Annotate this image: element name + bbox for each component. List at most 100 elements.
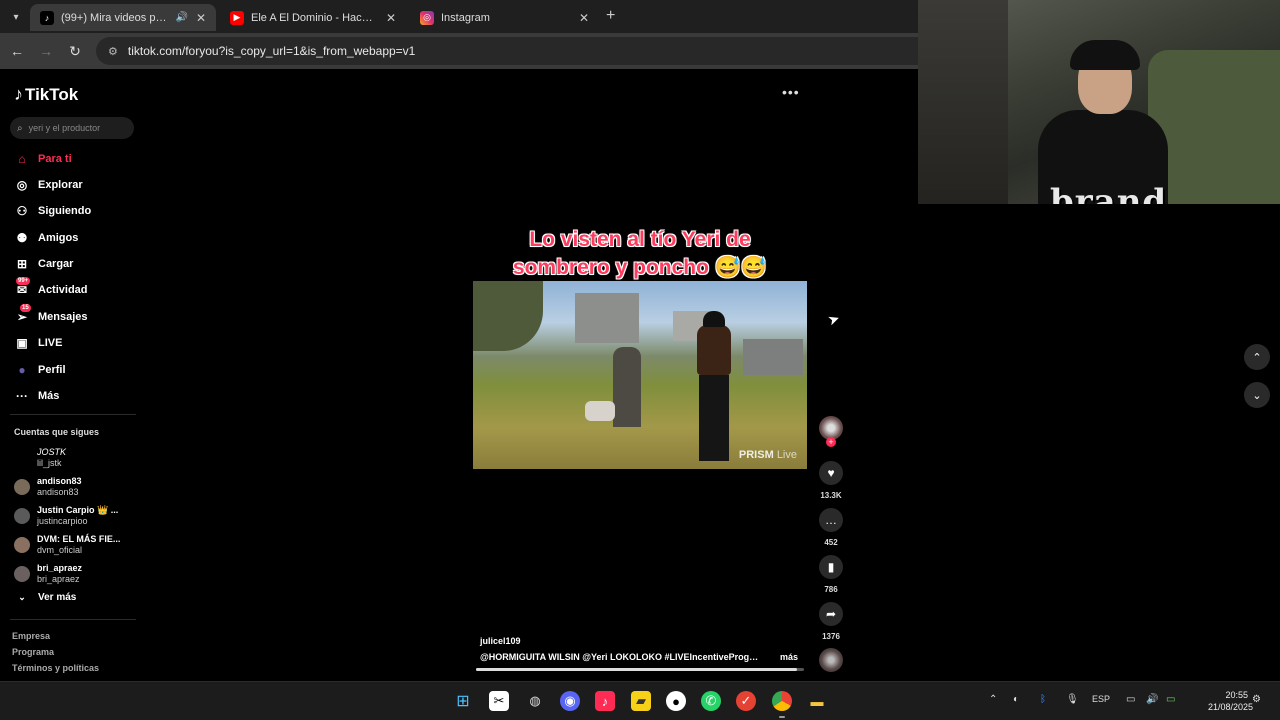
- tiktok-app-icon[interactable]: ♪: [595, 691, 615, 711]
- tiktok-note-icon: ♪: [14, 84, 23, 104]
- video-bag: [585, 401, 615, 421]
- network-icon[interactable]: ▭: [1126, 694, 1135, 705]
- nav-para-ti[interactable]: ⌂ Para ti: [14, 149, 72, 169]
- account-item[interactable]: andison83 andison83: [14, 476, 82, 498]
- comment-count: 452: [824, 538, 838, 547]
- account-handle: lil_jstk: [37, 458, 62, 468]
- share-button[interactable]: ➦: [819, 602, 843, 626]
- video-player[interactable]: PRISM Live: [473, 281, 807, 469]
- watermark-suffix: Live: [776, 449, 797, 461]
- file-explorer-icon[interactable]: ▬: [807, 691, 827, 711]
- avatar: [14, 450, 30, 466]
- sticky-notes-icon[interactable]: ▰: [631, 691, 651, 711]
- account-handle: justincarpioo: [37, 516, 88, 526]
- footer-link[interactable]: Empresa: [12, 631, 50, 641]
- language-indicator[interactable]: ESP: [1092, 694, 1110, 704]
- nav-label: Para ti: [38, 153, 72, 165]
- like-button[interactable]: ♥: [819, 461, 843, 485]
- tab-youtube[interactable]: ▶ Ele A El Dominio - Hace Mucho ✕: [220, 4, 406, 31]
- video-description: @HORMIGUITA WILSIN @Yeri LOKOLOKO #LIVEI…: [480, 652, 760, 662]
- tab-instagram[interactable]: ◎ Instagram ✕: [410, 4, 600, 31]
- follow-plus-icon[interactable]: +: [826, 437, 836, 447]
- footer-link[interactable]: Términos y políticas: [12, 663, 99, 673]
- discord-icon[interactable]: ◉: [560, 691, 580, 711]
- activity-badge: 99+: [16, 277, 31, 285]
- description-more-link[interactable]: más: [780, 652, 798, 662]
- clock-time: 20:55: [1225, 690, 1248, 700]
- capcut-icon[interactable]: ✂: [489, 691, 509, 711]
- nav-siguiendo[interactable]: ⚇ Siguiendo: [14, 201, 92, 221]
- video-author[interactable]: julicel109: [480, 636, 521, 646]
- speaker-icon[interactable]: 🔊: [175, 12, 187, 23]
- nav-label: Amigos: [38, 232, 79, 244]
- avatar: [14, 566, 30, 582]
- close-tab-icon[interactable]: ✕: [579, 11, 589, 25]
- bluetooth-icon[interactable]: ᛒ: [1040, 694, 1046, 705]
- nav-mensajes[interactable]: ➢ 15 Mensajes: [14, 304, 88, 327]
- windows-start-icon[interactable]: ⊞: [453, 691, 473, 711]
- video-tree: [473, 281, 543, 351]
- account-item[interactable]: DVM: EL MÁS FIE... dvm_oficial: [14, 534, 120, 556]
- account-names: Justin Carpio 👑 ... justincarpioo: [37, 505, 118, 527]
- activity-icon: ✉ 99+: [16, 277, 31, 297]
- tiktok-logo[interactable]: ♪ TikTok: [14, 84, 78, 105]
- system-clock[interactable]: 20:55 21/08/2025: [1208, 689, 1253, 713]
- music-disc-icon[interactable]: [819, 648, 843, 672]
- messages-icon: ➢ 15: [16, 304, 31, 324]
- reload-icon[interactable]: ↻: [65, 41, 85, 61]
- browser-tab-strip: ▾ ♪ (99+) Mira videos populares 🔊 ✕ ▶ El…: [0, 0, 918, 33]
- back-icon[interactable]: ←: [7, 41, 27, 61]
- mouse-cursor-icon: ➤: [825, 309, 842, 329]
- nav-live[interactable]: ▣ LIVE: [14, 333, 62, 353]
- tab-search-icon[interactable]: ▾: [6, 7, 26, 27]
- obs-icon[interactable]: ◍: [525, 691, 545, 711]
- tab-tiktok[interactable]: ♪ (99+) Mira videos populares 🔊 ✕: [30, 4, 216, 31]
- share-icon: ➦: [825, 607, 837, 621]
- account-handle: andison83: [37, 487, 79, 497]
- nav-amigos[interactable]: ⚉ Amigos: [14, 228, 79, 248]
- account-names: JOSTK lil_jstk: [37, 447, 66, 469]
- search-icon: ⌕: [17, 122, 23, 134]
- nav-perfil[interactable]: ● Perfil: [14, 360, 65, 380]
- nav-explorar[interactable]: ◎ Explorar: [14, 175, 83, 195]
- video-progress-fill: [476, 668, 798, 671]
- todo-icon[interactable]: ✓: [736, 691, 756, 711]
- tray-security-icon[interactable]: ◐: [1013, 694, 1019, 705]
- video-progress-bar[interactable]: [476, 668, 804, 671]
- account-name: andison83: [37, 476, 82, 486]
- footer-link[interactable]: Programa: [12, 647, 54, 657]
- nav-actividad[interactable]: ✉ 99+ Actividad: [14, 277, 88, 300]
- more-options-icon[interactable]: •••: [782, 84, 800, 100]
- save-button[interactable]: ▮: [819, 555, 843, 579]
- tray-overflow-icon[interactable]: ⌃: [989, 694, 997, 705]
- see-more-button[interactable]: ⌄ Ver más: [14, 592, 76, 603]
- previous-video-button[interactable]: ⌃: [1244, 344, 1270, 370]
- url-field[interactable]: ⚙ tiktok.com/foryou?is_copy_url=1&is_fro…: [96, 37, 918, 65]
- whatsapp-icon[interactable]: ✆: [701, 691, 721, 711]
- account-name: bri_apraez: [37, 563, 83, 573]
- battery-icon[interactable]: ▭: [1166, 694, 1175, 705]
- close-tab-icon[interactable]: ✕: [386, 11, 396, 25]
- notifications-icon[interactable]: ⚙: [1252, 694, 1261, 705]
- screen: ▾ ♪ (99+) Mira videos populares 🔊 ✕ ▶ El…: [0, 0, 1280, 720]
- account-item[interactable]: Justin Carpio 👑 ... justincarpioo: [14, 505, 118, 527]
- close-tab-icon[interactable]: ✕: [196, 11, 206, 25]
- new-tab-icon[interactable]: +: [606, 7, 615, 25]
- account-item[interactable]: JOSTK lil_jstk: [14, 447, 66, 469]
- following-icon: ⚇: [16, 204, 28, 218]
- instagram-icon: ◎: [420, 10, 434, 25]
- nav-cargar[interactable]: ⊞ Cargar: [14, 254, 74, 274]
- forward-icon[interactable]: →: [36, 41, 56, 61]
- next-video-button[interactable]: ⌄: [1244, 382, 1270, 408]
- chrome-icon[interactable]: [772, 691, 792, 711]
- account-item[interactable]: bri_apraez bri_apraez: [14, 563, 82, 585]
- search-input[interactable]: ⌕ yeri y el productor: [10, 117, 134, 139]
- volume-icon[interactable]: 🔊: [1146, 694, 1158, 705]
- tab-title: (99+) Mira videos populares: [61, 11, 169, 24]
- account-name: Justin Carpio 👑 ...: [37, 505, 119, 515]
- nav-mas[interactable]: ··· Más: [14, 386, 59, 406]
- comment-button[interactable]: …: [819, 508, 843, 532]
- site-info-icon[interactable]: ⚙: [108, 45, 118, 58]
- chat-app-icon[interactable]: ●: [666, 691, 686, 711]
- microphone-icon[interactable]: 🎙: [1066, 694, 1079, 705]
